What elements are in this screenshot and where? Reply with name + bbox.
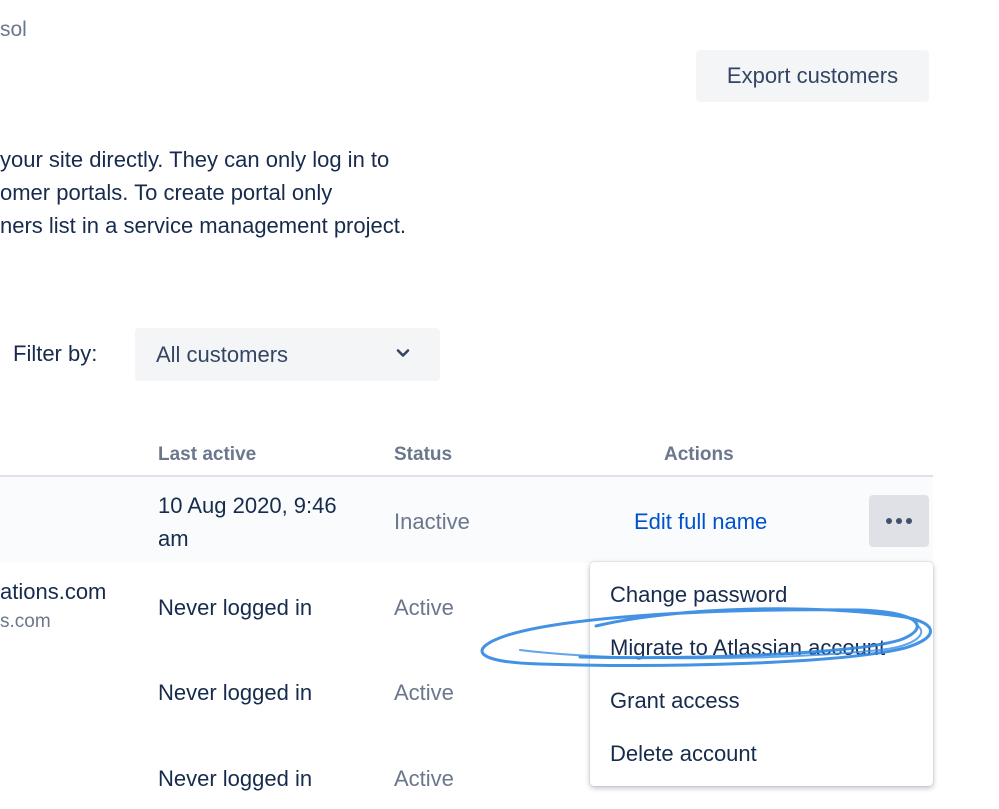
menu-item-delete-account[interactable]: Delete account — [610, 741, 757, 767]
last-active-cell: Never logged in — [158, 595, 313, 620]
actions-dropdown-menu: Change password Migrate to Atlassian acc… — [590, 562, 933, 786]
customer-email: ations.com — [0, 579, 107, 604]
status-cell: Inactive — [394, 509, 470, 534]
more-horizontal-icon — [906, 518, 912, 524]
column-header-last-active[interactable]: Last active — [158, 444, 256, 466]
column-header-actions: Actions — [664, 444, 734, 465]
more-actions-button[interactable] — [869, 495, 929, 547]
last-active-cell: Never logged in — [158, 766, 313, 791]
menu-item-change-password[interactable]: Change password — [610, 582, 787, 608]
column-header-status[interactable]: Status — [394, 444, 452, 466]
menu-item-migrate-to-atlassian-account[interactable]: Migrate to Atlassian account — [610, 635, 885, 661]
filter-select[interactable]: All customers — [135, 328, 440, 381]
filter-select-value: All customers — [156, 341, 289, 367]
edit-full-name-link[interactable]: Edit full name — [634, 509, 767, 535]
last-active-cell: 10 Aug 2020, 9:46 am — [158, 489, 337, 555]
chevron-down-icon — [396, 349, 410, 357]
last-active-date: 10 Aug 2020, 9:46 — [158, 493, 337, 518]
description-line: ners list in a service management projec… — [0, 213, 406, 238]
export-customers-button[interactable]: Export customers — [696, 50, 929, 102]
customer-email-secondary: s.com — [0, 611, 51, 632]
status-cell: Active — [394, 595, 454, 620]
last-active-time: am — [158, 526, 189, 551]
description-line: your site directly. They can only log in… — [0, 147, 390, 172]
more-horizontal-icon — [886, 518, 892, 524]
page-description: your site directly. They can only log in… — [0, 143, 406, 242]
more-horizontal-icon — [896, 518, 902, 524]
description-line: omer portals. To create portal only — [0, 180, 333, 205]
menu-item-grant-access[interactable]: Grant access — [610, 688, 740, 714]
header-title-fragment: sol — [0, 18, 27, 41]
last-active-cell: Never logged in — [158, 680, 313, 705]
customers-page: sol Export customers your site directly.… — [0, 0, 999, 809]
status-cell: Active — [394, 680, 454, 705]
filter-label: Filter by: — [13, 341, 98, 366]
status-cell: Active — [394, 766, 454, 791]
